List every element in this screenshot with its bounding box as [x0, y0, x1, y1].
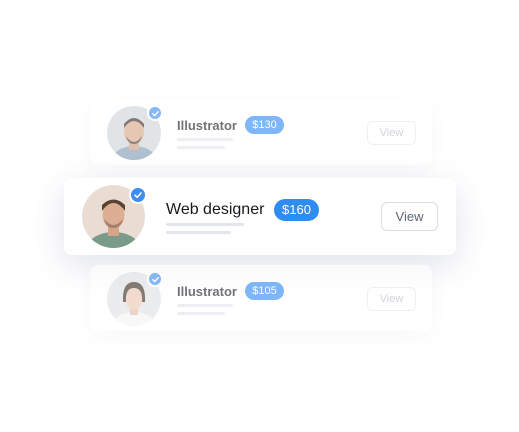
job-title: Web designer — [166, 201, 265, 218]
placeholder-line — [177, 138, 233, 141]
job-title: Illustrator — [177, 284, 237, 299]
view-button[interactable]: View — [367, 121, 416, 145]
avatar — [107, 105, 163, 160]
price-badge: $105 — [245, 282, 284, 300]
placeholder-line — [166, 223, 244, 226]
avatar — [82, 185, 147, 248]
placeholder-line — [177, 304, 233, 307]
freelancer-card: Illustrator $130 View — [90, 99, 432, 165]
view-button[interactable]: View — [381, 202, 438, 231]
freelancer-card-featured: Web designer $160 View — [64, 178, 456, 255]
check-icon — [147, 105, 163, 121]
price-badge: $130 — [245, 116, 284, 134]
placeholder-line — [177, 312, 225, 315]
freelancer-card: Illustrator $105 View — [90, 265, 432, 331]
check-icon — [147, 271, 163, 287]
check-icon — [129, 186, 147, 204]
view-button[interactable]: View — [367, 287, 416, 311]
placeholder-line — [177, 146, 225, 149]
price-badge: $160 — [274, 199, 319, 221]
job-title: Illustrator — [177, 118, 237, 133]
placeholder-line — [166, 231, 231, 234]
avatar — [107, 271, 163, 326]
